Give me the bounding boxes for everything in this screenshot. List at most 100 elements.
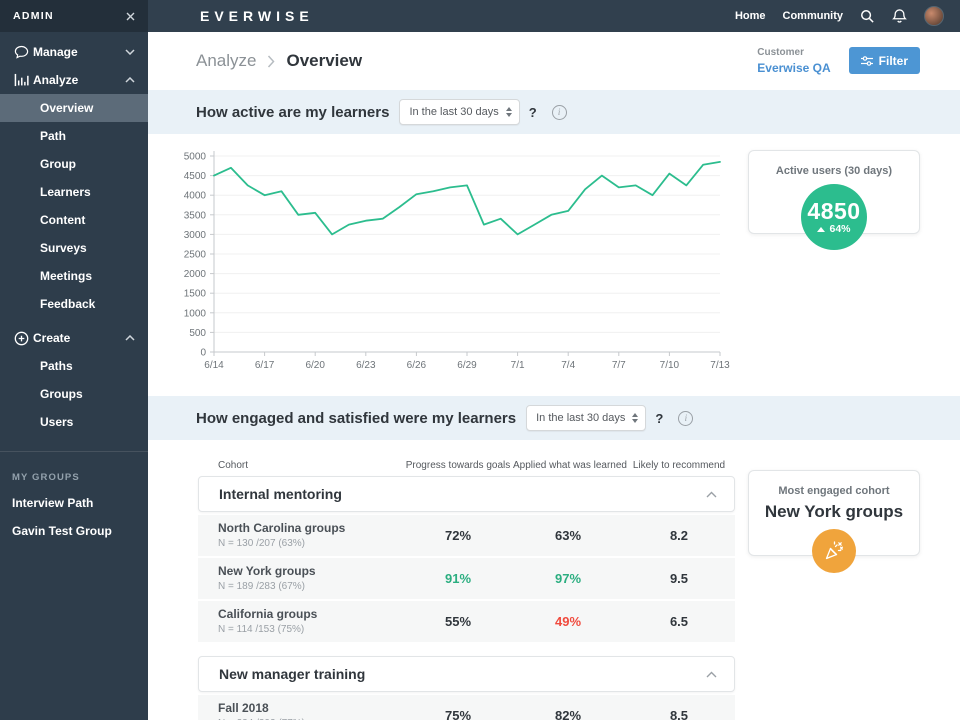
chevron-down-icon	[125, 49, 135, 55]
cohort-name-cell: New York groups N = 189 /283 (67%)	[198, 564, 403, 594]
sidebar-item-overview[interactable]: Overview	[0, 94, 148, 122]
sidebar-item-analyze[interactable]: Analyze	[0, 66, 148, 94]
group-name: New manager training	[219, 666, 365, 682]
svg-text:7/1: 7/1	[511, 360, 525, 371]
applied-cell: 49%	[513, 614, 623, 629]
user-avatar[interactable]	[924, 6, 944, 26]
svg-text:4500: 4500	[184, 171, 207, 182]
active-users-card: Active users (30 days) 4850 64%	[748, 150, 920, 234]
cohort-n: N = 114 /153 (75%)	[218, 623, 403, 637]
svg-text:1000: 1000	[184, 308, 207, 319]
help-link[interactable]: ?	[529, 105, 537, 120]
active-learners-band: How active are my learners In the last 3…	[148, 90, 960, 134]
sidebar-item-gavin-test-group[interactable]: Gavin Test Group	[0, 517, 148, 545]
sidebar-item-feedback[interactable]: Feedback	[0, 290, 148, 318]
sidebar-item-meetings[interactable]: Meetings	[0, 262, 148, 290]
plus-circle-icon	[14, 331, 33, 346]
group-card-new-manager-training[interactable]: New manager training	[198, 656, 735, 692]
chevron-up-icon[interactable]	[706, 671, 717, 678]
page-title: Overview	[286, 51, 362, 71]
breadcrumb-separator-icon	[267, 55, 275, 68]
cohort-name-cell: North Carolina groups N = 130 /207 (63%)	[198, 521, 403, 551]
active-users-badge: 4850 64%	[801, 184, 867, 250]
cohort-name-cell: Fall 2018 N = 234 /302 (77%)	[198, 701, 403, 720]
cohort-n: N = 130 /207 (63%)	[218, 537, 403, 551]
section-title-engaged: How engaged and satisfied were my learne…	[196, 410, 516, 427]
svg-text:7/13: 7/13	[710, 360, 730, 371]
sidebar-item-label: Manage	[33, 45, 78, 59]
group-card-internal-mentoring[interactable]: Internal mentoring	[198, 476, 735, 512]
svg-text:6/17: 6/17	[255, 360, 275, 371]
info-icon[interactable]: i	[678, 411, 693, 426]
svg-text:3500: 3500	[184, 210, 207, 221]
table-row[interactable]: New York groups N = 189 /283 (67%) 91% 9…	[198, 558, 735, 599]
table-row[interactable]: Fall 2018 N = 234 /302 (77%) 75% 82% 8.5	[198, 695, 735, 720]
chevron-up-icon[interactable]	[706, 491, 717, 498]
date-range-value: In the last 30 days	[409, 106, 498, 118]
close-icon[interactable]	[126, 12, 135, 21]
sidebar-item-label: Create	[33, 331, 70, 345]
sidebar-item-path[interactable]: Path	[0, 122, 148, 150]
filter-button-label: Filter	[879, 54, 908, 68]
everwise-logo: EVERWISE	[200, 8, 314, 24]
sidebar-item-groups[interactable]: Groups	[0, 380, 148, 408]
col-header-progress: Progress towards goals	[403, 460, 513, 471]
progress-cell: 72%	[403, 528, 513, 543]
table-row[interactable]: North Carolina groups N = 130 /207 (63%)…	[198, 515, 735, 556]
sidebar-item-content[interactable]: Content	[0, 206, 148, 234]
applied-cell: 63%	[513, 528, 623, 543]
sidebar-item-create[interactable]: Create	[0, 324, 148, 352]
activity-chart-section: 0500100015002000250030003500400045005000…	[148, 134, 960, 396]
recommend-cell: 6.5	[623, 614, 735, 629]
sidebar-item-learners[interactable]: Learners	[0, 178, 148, 206]
customer-block: Customer Everwise QA	[757, 47, 830, 75]
cohort-table: Cohort Progress towards goals Applied wh…	[198, 455, 735, 720]
sidebar-item-group[interactable]: Group	[0, 150, 148, 178]
help-link[interactable]: ?	[655, 411, 663, 426]
table-row[interactable]: California groups N = 114 /153 (75%) 55%…	[198, 601, 735, 642]
sidebar-header: ADMIN	[0, 0, 148, 32]
bar-chart-icon	[14, 73, 33, 87]
info-icon[interactable]: i	[552, 105, 567, 120]
breadcrumb-bar: Analyze Overview Customer Everwise QA Fi…	[148, 32, 960, 90]
party-popper-icon	[822, 539, 846, 563]
svg-text:4000: 4000	[184, 191, 207, 202]
svg-text:6/29: 6/29	[457, 360, 477, 371]
cohort-table-header: Cohort Progress towards goals Applied wh…	[198, 455, 735, 476]
sidebar-divider	[0, 451, 148, 452]
sidebar-item-users[interactable]: Users	[0, 408, 148, 436]
notifications-bell-icon[interactable]	[892, 8, 907, 24]
main-content: Analyze Overview Customer Everwise QA Fi…	[148, 32, 960, 720]
topbar-actions: Home Community	[735, 6, 944, 26]
customer-value-link[interactable]: Everwise QA	[757, 61, 830, 75]
svg-text:5000: 5000	[184, 152, 207, 163]
active-users-value: 4850	[807, 199, 860, 223]
sidebar-item-paths[interactable]: Paths	[0, 352, 148, 380]
my-groups-heading: MY GROUPS	[0, 465, 148, 489]
recommend-cell: 8.5	[623, 708, 735, 720]
cohort-name: New York groups	[218, 564, 403, 578]
nav-home-link[interactable]: Home	[735, 10, 766, 22]
most-engaged-value: New York groups	[749, 502, 919, 522]
sidebar-item-manage[interactable]: Manage	[0, 38, 148, 66]
sidebar-item-surveys[interactable]: Surveys	[0, 234, 148, 262]
svg-text:6/23: 6/23	[356, 360, 376, 371]
date-range-select[interactable]: In the last 30 days	[399, 99, 519, 125]
section-title-active: How active are my learners	[196, 104, 389, 121]
date-range-value: In the last 30 days	[536, 412, 625, 424]
nav-community-link[interactable]: Community	[783, 10, 844, 22]
progress-cell: 75%	[403, 708, 513, 720]
col-header-cohort: Cohort	[198, 460, 403, 471]
filter-sliders-icon	[861, 56, 873, 66]
breadcrumb-analyze[interactable]: Analyze	[196, 51, 256, 71]
date-range-select-engaged[interactable]: In the last 30 days	[526, 405, 646, 431]
sidebar-item-interview-path[interactable]: Interview Path	[0, 489, 148, 517]
cohort-table-section: Cohort Progress towards goals Applied wh…	[148, 440, 960, 720]
col-header-recommend: Likely to recommend	[623, 460, 735, 471]
speech-bubble-icon	[14, 45, 33, 59]
progress-cell: 91%	[403, 571, 513, 586]
search-icon[interactable]	[860, 9, 875, 24]
admin-title: ADMIN	[13, 10, 54, 22]
sidebar: ADMIN Manage Analyze Overview Path Group	[0, 0, 148, 720]
filter-button[interactable]: Filter	[849, 47, 920, 74]
